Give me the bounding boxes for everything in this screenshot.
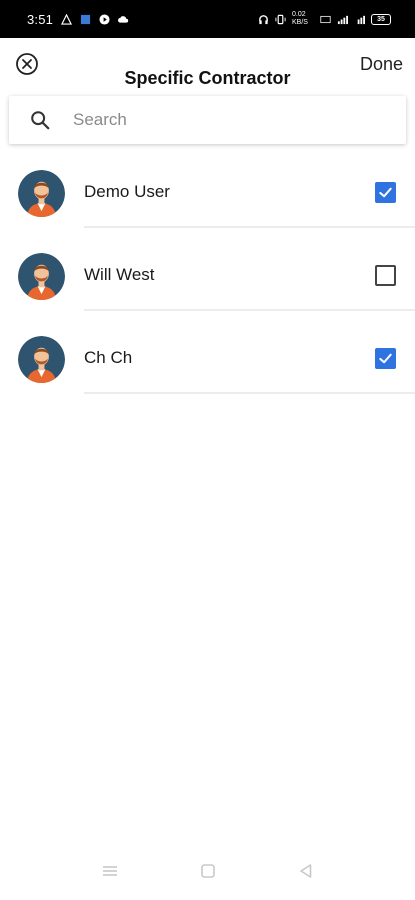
network-speed: 0.02 KB/S	[292, 11, 308, 26]
close-button[interactable]	[14, 51, 40, 77]
avatar	[18, 253, 65, 300]
search-icon	[31, 111, 50, 130]
contractor-name: Ch Ch	[84, 348, 133, 367]
headphones-icon	[259, 14, 268, 24]
home-square-icon	[200, 864, 215, 878]
divider	[84, 309, 415, 311]
status-right: 0.02 KB/S 35	[258, 11, 391, 27]
vibrate-icon	[275, 14, 286, 24]
avatar	[18, 170, 65, 217]
signal-4g-icon	[357, 15, 365, 24]
contractor-checkbox[interactable]	[375, 182, 396, 203]
status-bar: 3:51 0.02 KB/S 35	[0, 0, 415, 38]
battery-indicator: 35	[371, 13, 391, 25]
menu-button[interactable]	[100, 861, 120, 881]
contractor-checkbox[interactable]	[375, 265, 396, 286]
checkmark-icon	[379, 353, 392, 364]
volte-icon	[320, 15, 331, 23]
list-item[interactable]: Will West	[0, 249, 415, 332]
back-button[interactable]	[296, 861, 316, 881]
alert-icon	[61, 13, 73, 25]
divider	[84, 392, 415, 394]
divider	[84, 226, 415, 228]
list-item[interactable]: Demo User	[0, 166, 415, 249]
play-icon	[99, 13, 110, 25]
home-button[interactable]	[198, 861, 218, 881]
app-notification-icon	[81, 14, 91, 24]
contractor-name: Will West	[84, 265, 155, 284]
search-input[interactable]	[73, 110, 353, 130]
back-triangle-icon	[299, 864, 311, 878]
status-left: 3:51	[27, 12, 129, 27]
avatar	[18, 336, 65, 383]
app-header: Done	[0, 38, 415, 90]
contractor-list: Demo User Will West Ch Ch	[0, 166, 415, 415]
checkmark-icon	[379, 187, 392, 198]
contractor-checkbox[interactable]	[375, 348, 396, 369]
cloud-icon	[118, 15, 129, 23]
search-bar	[9, 96, 406, 144]
contractor-name: Demo User	[84, 182, 170, 201]
close-circle-icon	[16, 53, 38, 75]
menu-icon	[102, 866, 117, 876]
list-item[interactable]: Ch Ch	[0, 332, 415, 415]
signal-icon	[337, 15, 348, 24]
status-time: 3:51	[27, 11, 54, 27]
done-button[interactable]: Done	[360, 54, 403, 75]
system-nav-bar	[0, 842, 415, 900]
